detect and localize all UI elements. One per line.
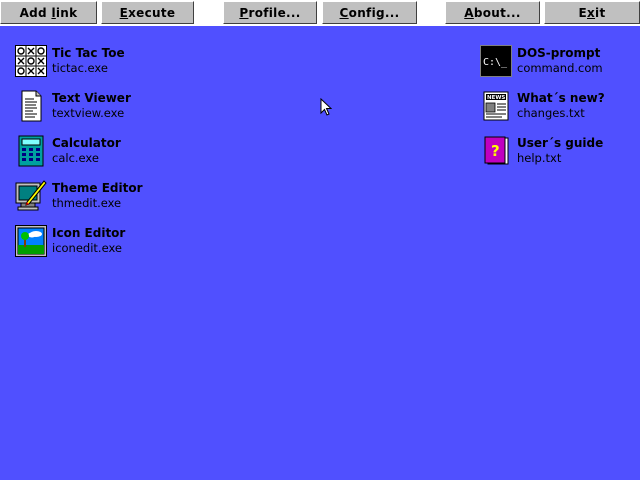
exit-label-post: it (595, 5, 606, 20)
exit-hotkey: x (587, 5, 596, 20)
desktop-item-filename: calc.exe (52, 151, 99, 165)
desktop-item-icon-editor[interactable]: Icon Editor iconedit.exe (15, 225, 175, 259)
desktop-item-text-viewer[interactable]: Text Viewer textview.exe (15, 90, 175, 124)
config-button[interactable]: Config... (322, 1, 417, 24)
news-icon: NEWS (480, 90, 512, 122)
desktop-item-title: Theme Editor (52, 181, 143, 195)
toolbar: Add link Execute Profile... Config... Ab… (0, 0, 640, 26)
calculator-icon (15, 135, 47, 167)
desktop-item-title: User´s guide (517, 136, 604, 150)
add-link-label-pre: Add (19, 5, 52, 20)
desktop-item-filename: textview.exe (52, 106, 125, 120)
desktop-item-theme-editor[interactable]: Theme Editor thmedit.exe (15, 180, 175, 214)
desktop-item-calculator[interactable]: Calculator calc.exe (15, 135, 175, 169)
help-book-icon: ? (480, 135, 512, 167)
exit-label-pre: E (578, 5, 587, 20)
add-link-label-post: ink (55, 5, 78, 20)
dos-prompt-icon-text: C:\_ (483, 57, 508, 68)
dos-prompt-icon: C:\_ (480, 45, 512, 77)
icon-editor-icon (15, 225, 47, 257)
desktop-item-filename: command.com (517, 61, 603, 75)
desktop-item-filename: thmedit.exe (52, 196, 122, 210)
theme-editor-icon (15, 180, 47, 212)
profile-label-post: rofile... (248, 5, 301, 20)
mouse-pointer-icon (320, 97, 333, 116)
desktop-item-title: Calculator (52, 136, 121, 150)
desktop-item-users-guide[interactable]: ? User´s guide help.txt (480, 135, 635, 169)
add-link-button[interactable]: Add link (0, 1, 97, 24)
desktop-item-filename: tictac.exe (52, 61, 108, 75)
config-label-post: onfig... (348, 5, 400, 20)
config-hotkey: C (339, 5, 349, 20)
execute-label-post: xecute (128, 5, 176, 20)
desktop-item-whats-new[interactable]: NEWS What´s new? changes.txt (480, 90, 635, 124)
desktop-item-title: What´s new? (517, 91, 605, 105)
desktop-item-title: Icon Editor (52, 226, 126, 240)
tictactoe-icon (15, 45, 47, 77)
desktop-item-title: Text Viewer (52, 91, 131, 105)
text-document-icon (15, 90, 47, 122)
desktop-item-tictactoe[interactable]: Tic Tac Toe tictac.exe (15, 45, 175, 79)
profile-button[interactable]: Profile... (223, 1, 317, 24)
desktop-item-filename: iconedit.exe (52, 241, 122, 255)
about-label-post: bout... (473, 5, 521, 20)
exit-button[interactable]: Exit (544, 1, 640, 24)
execute-hotkey: E (119, 5, 129, 20)
about-button[interactable]: About... (445, 1, 540, 24)
about-hotkey: A (464, 5, 474, 20)
desktop-item-dos-prompt[interactable]: C:\_ DOS-prompt command.com (480, 45, 635, 79)
desktop-item-filename: changes.txt (517, 106, 585, 120)
help-book-icon-text: ? (491, 142, 500, 160)
desktop-item-title: DOS-prompt (517, 46, 601, 60)
execute-button[interactable]: Execute (101, 1, 194, 24)
desktop-item-filename: help.txt (517, 151, 562, 165)
news-icon-text: NEWS (487, 95, 505, 101)
desktop-item-title: Tic Tac Toe (52, 46, 125, 60)
